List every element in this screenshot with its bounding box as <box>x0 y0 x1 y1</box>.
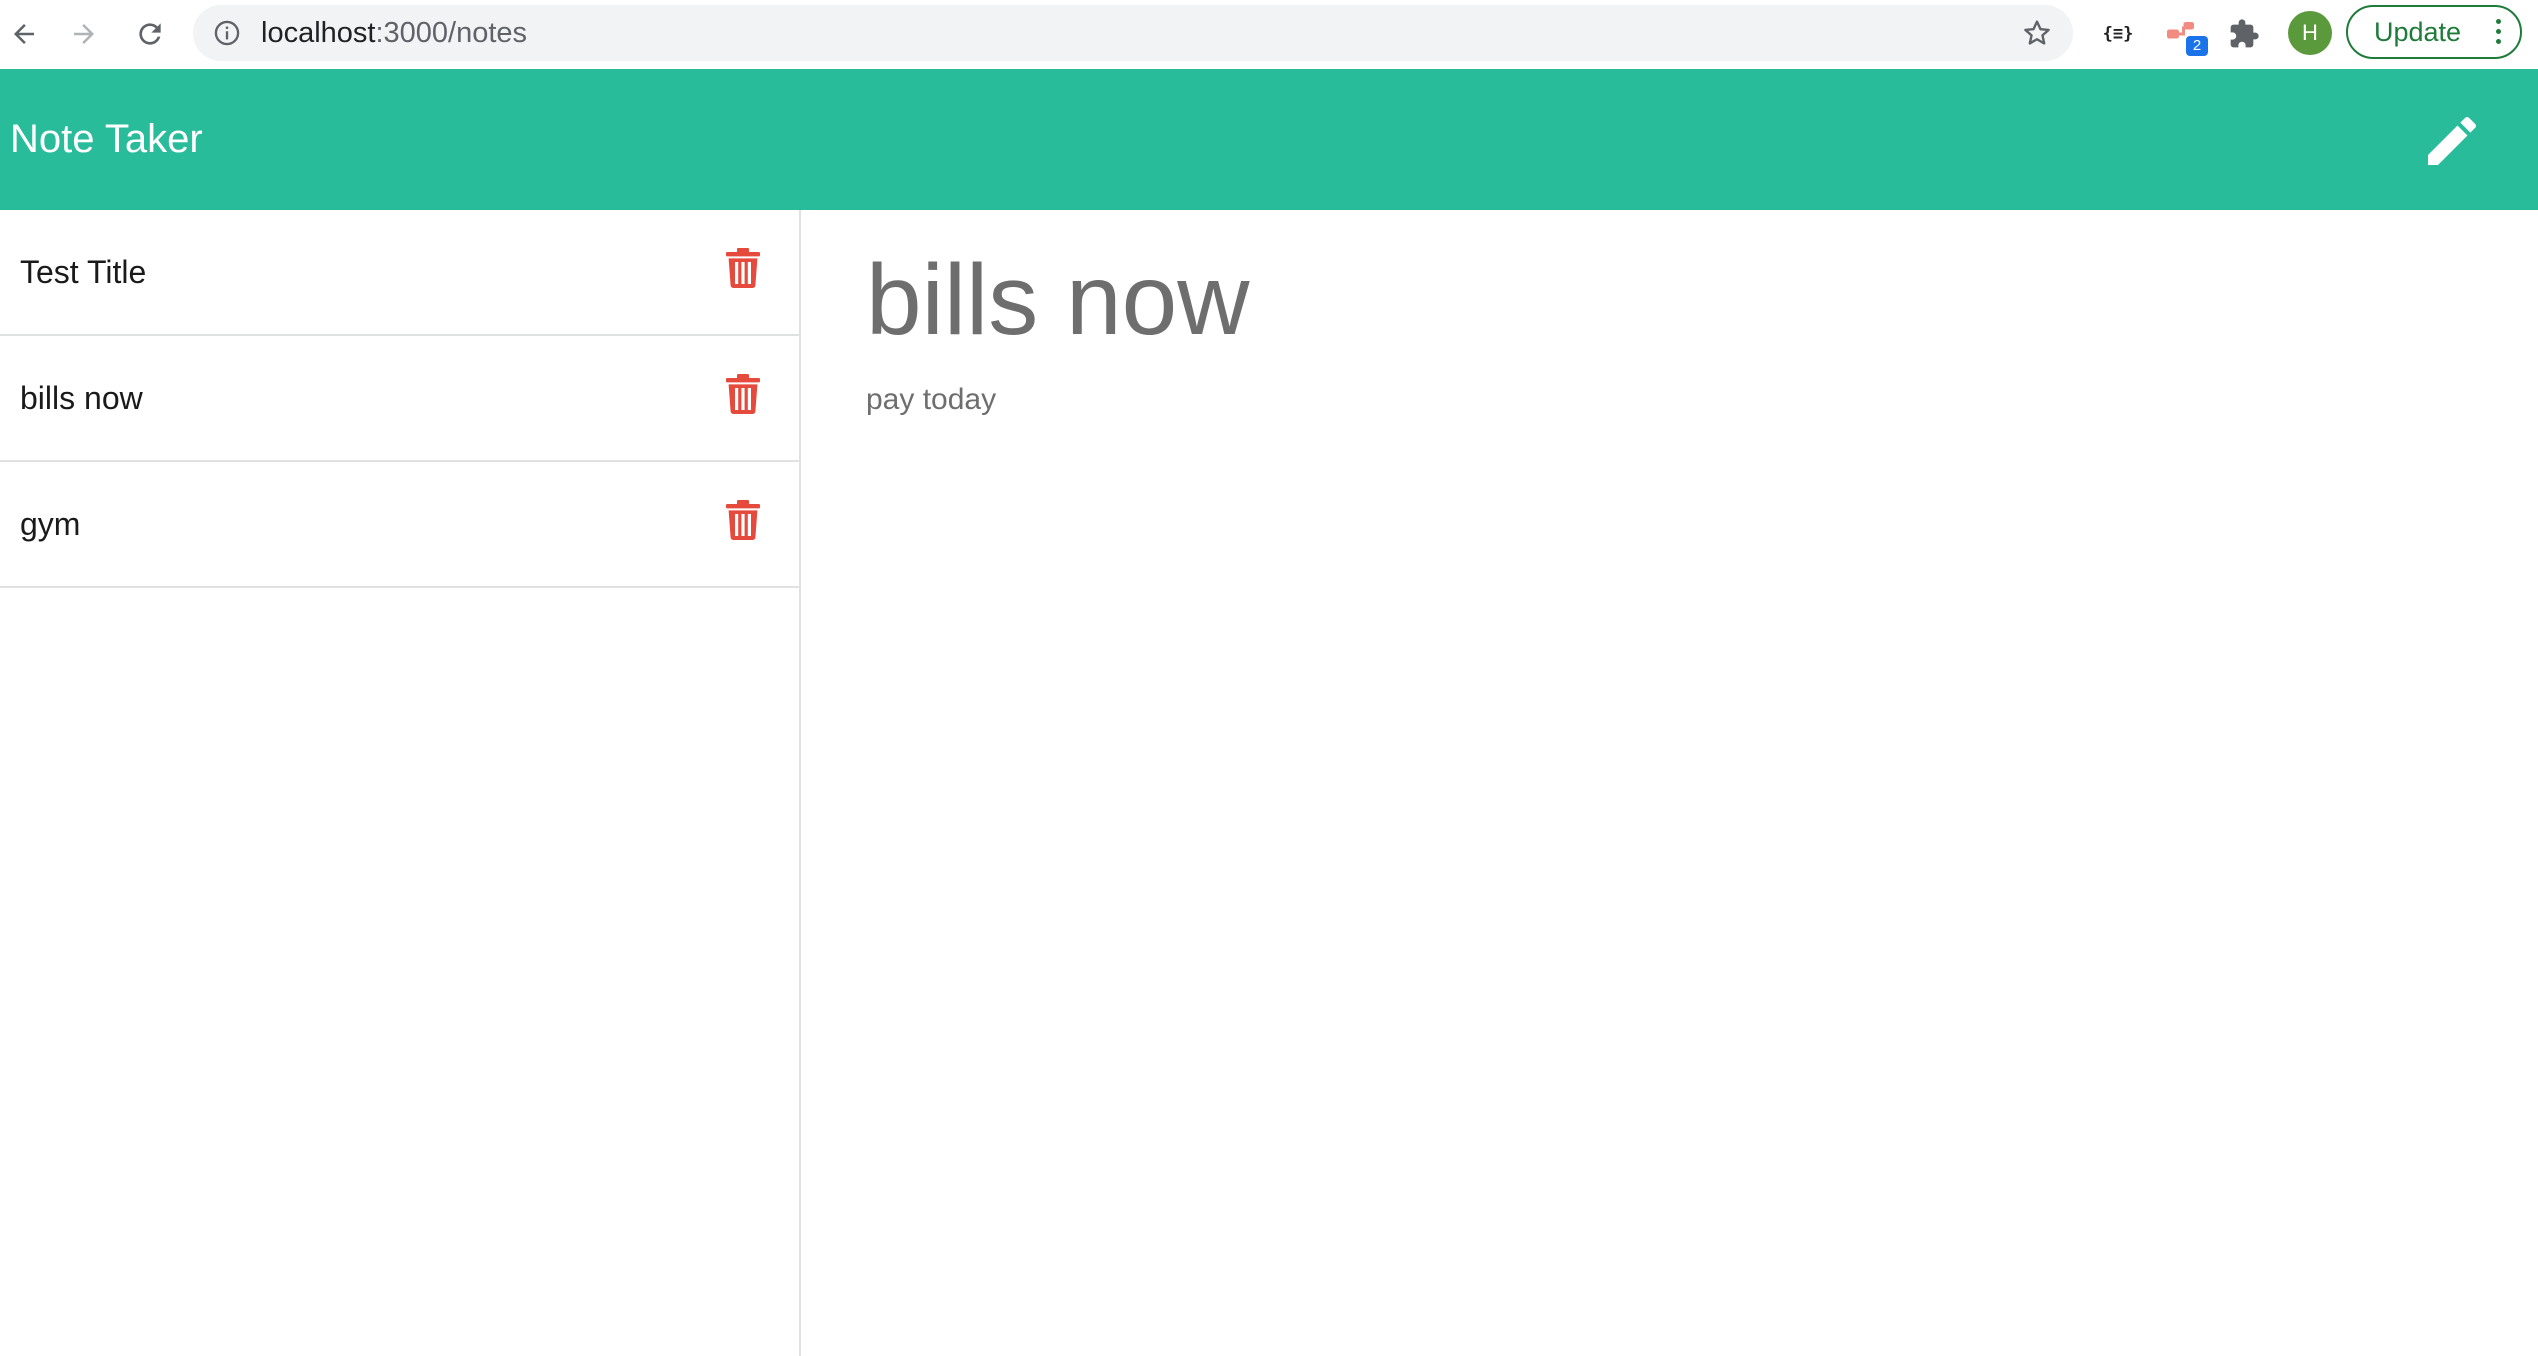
trash-icon[interactable] <box>726 500 760 540</box>
back-button[interactable] <box>0 10 48 58</box>
json-extension-button[interactable]: {≡} <box>2094 10 2142 58</box>
kebab-menu-icon[interactable] <box>2496 19 2502 45</box>
note-text-field[interactable]: pay today <box>866 370 996 430</box>
extension-button[interactable]: 2 <box>2158 10 2208 58</box>
update-label: Update <box>2374 17 2462 47</box>
pencil-icon[interactable] <box>2420 109 2484 173</box>
bookmark-star-icon[interactable] <box>2021 17 2053 49</box>
forward-button[interactable] <box>60 10 108 58</box>
profile-avatar[interactable]: H <box>2288 11 2332 55</box>
update-button[interactable]: Update <box>2346 5 2522 59</box>
extensions-menu-button[interactable] <box>2220 10 2268 58</box>
app-navbar: Note Taker <box>0 69 2538 210</box>
browser-toolbar: localhost:3000/notes {≡} 2 H Update <box>0 0 2538 69</box>
list-item[interactable]: gym <box>0 462 799 588</box>
puzzle-piece-icon <box>2230 19 2259 48</box>
note-title[interactable]: gym <box>20 462 80 586</box>
url-path: :3000/notes <box>375 17 528 49</box>
notes-list: Test Title bills now gym <box>0 210 801 1356</box>
reload-button[interactable] <box>126 10 174 58</box>
note-title-field[interactable]: bills now <box>866 230 1250 370</box>
url-host: localhost <box>261 17 376 49</box>
back-arrow-icon <box>14 24 34 44</box>
url-text[interactable]: localhost:3000/notes <box>261 5 527 61</box>
list-item[interactable]: Test Title <box>0 210 799 336</box>
address-bar[interactable]: localhost:3000/notes <box>193 5 2073 61</box>
extension-badge: 2 <box>2186 36 2208 56</box>
trash-icon[interactable] <box>726 374 760 414</box>
trash-icon[interactable] <box>726 248 760 288</box>
app-brand[interactable]: Note Taker <box>10 69 203 210</box>
note-title[interactable]: bills now <box>20 336 143 460</box>
reload-icon <box>139 23 161 45</box>
forward-arrow-icon <box>74 24 94 44</box>
list-item[interactable]: bills now <box>0 336 799 462</box>
note-title[interactable]: Test Title <box>20 210 146 334</box>
info-icon[interactable] <box>213 19 241 47</box>
json-extension-icon: {≡} <box>2102 24 2134 44</box>
